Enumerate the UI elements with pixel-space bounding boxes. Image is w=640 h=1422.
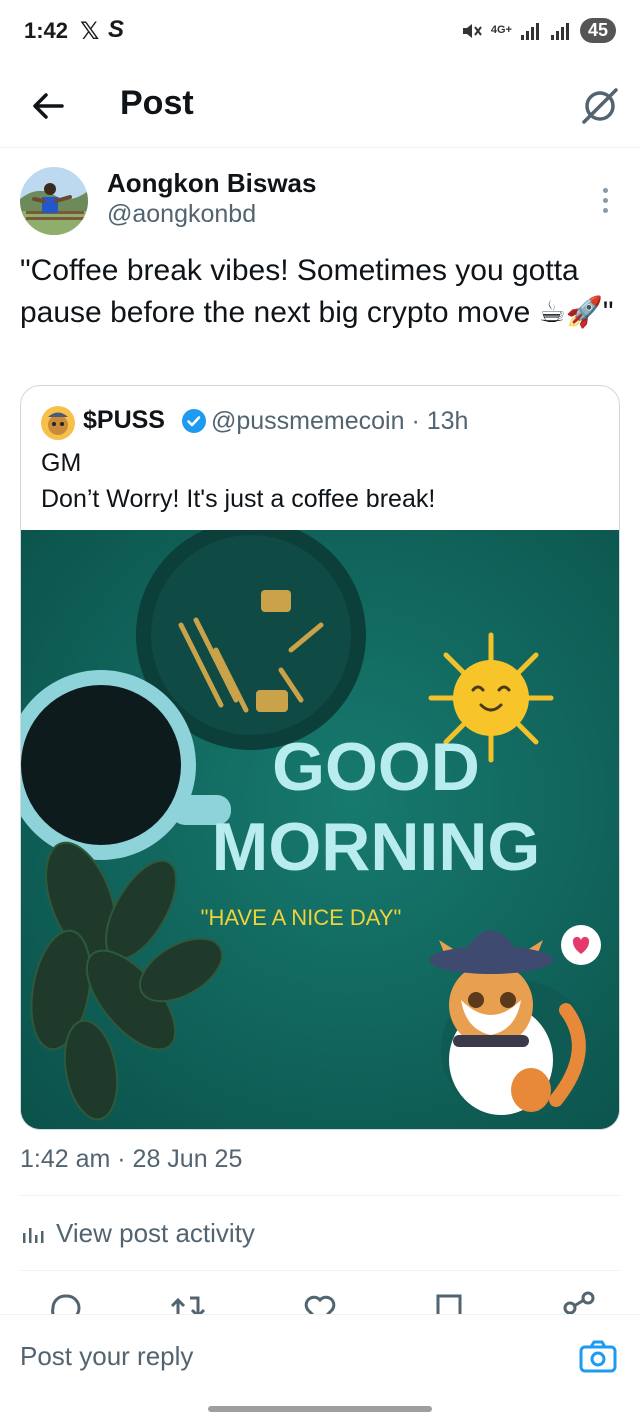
quoted-post[interactable]: $PUSS @pussmemecoin · 13h GM Don’t Worry… (20, 385, 620, 1130)
view-post-activity-label: View post activity (56, 1218, 255, 1248)
camera-icon (579, 1340, 617, 1373)
author-name[interactable]: Aongkon Biswas (107, 168, 316, 199)
post-timestamp: 1:42 am · 28 Jun 25 (20, 1145, 243, 1173)
network-type: 4G+ (490, 24, 512, 36)
reply-icon (51, 1294, 81, 1314)
post-text: "Coffee break vibes! Sometimes you gotta… (20, 254, 614, 329)
quoted-handle-time: @pussmemecoin · 13h (211, 407, 469, 435)
quoted-text-line1: GM (41, 449, 82, 477)
status-icons: 4G+ 45 (461, 18, 616, 43)
app-notification-icon: S (108, 16, 125, 43)
like-button[interactable] (300, 1288, 340, 1314)
repost-button[interactable] (168, 1288, 208, 1314)
mute-icon (462, 23, 482, 38)
repost-icon (170, 1296, 206, 1314)
status-bar: 1:42 𝕏 S 4G+ 45 (0, 0, 640, 64)
heart-icon (304, 1295, 336, 1314)
quoted-author-name: $PUSS (83, 406, 165, 434)
back-arrow-icon (33, 93, 64, 119)
quoted-media-image[interactable]: GOOD MORNING "HAVE A NICE DAY" (21, 530, 619, 1129)
page-title: Post (120, 84, 194, 122)
more-dot-icon (602, 197, 608, 203)
divider (20, 1270, 620, 1271)
x-notification-icon: 𝕏 (80, 18, 100, 45)
signal-icon (520, 22, 539, 40)
verified-badge-icon (182, 409, 206, 433)
quoted-avatar (41, 406, 75, 440)
camera-button[interactable] (578, 1337, 618, 1377)
grok-button[interactable] (576, 82, 624, 130)
bookmark-icon (436, 1294, 462, 1314)
more-dot-icon (602, 207, 608, 213)
more-options-button[interactable] (590, 180, 620, 220)
share-button[interactable] (560, 1288, 600, 1314)
have-a-nice-day-text: "HAVE A NICE DAY" (201, 905, 402, 930)
view-post-activity-link[interactable]: View post activity (20, 1218, 255, 1249)
reply-input[interactable] (20, 1341, 520, 1372)
good-text: GOOD (272, 729, 480, 805)
bookmark-button[interactable] (430, 1288, 470, 1314)
divider (20, 1195, 620, 1196)
battery-level: 45 (579, 18, 616, 43)
signal-icon-2 (550, 22, 569, 40)
author-avatar[interactable] (20, 167, 88, 235)
status-time: 1:42 (24, 18, 69, 43)
share-icon (563, 1291, 595, 1314)
action-bar (0, 1288, 640, 1314)
reply-composer (0, 1314, 640, 1396)
grok-icon (582, 88, 618, 124)
more-dot-icon (602, 187, 608, 193)
author-handle[interactable]: @aongkonbd (107, 200, 256, 229)
back-button[interactable] (24, 82, 72, 130)
post-header: Post (0, 64, 640, 148)
good-morning-illustration: GOOD MORNING "HAVE A NICE DAY" (21, 530, 619, 1129)
reply-button[interactable] (45, 1288, 85, 1314)
morning-text: MORNING (212, 809, 541, 885)
quoted-text-line2: Don’t Worry! It's just a coffee break! (41, 485, 436, 513)
home-indicator[interactable] (208, 1406, 432, 1412)
analytics-icon (23, 1227, 44, 1243)
